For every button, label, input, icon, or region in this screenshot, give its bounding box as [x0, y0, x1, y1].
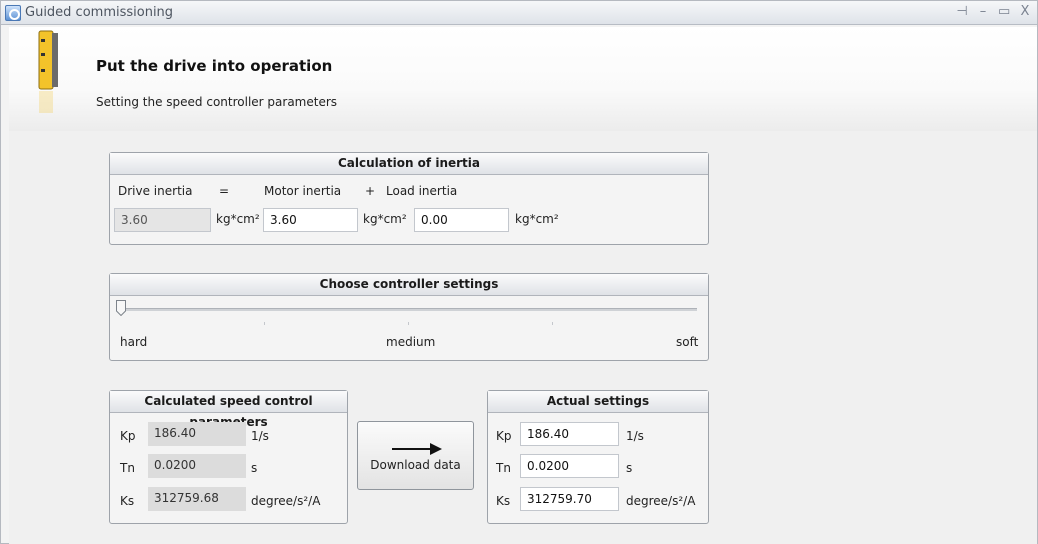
window-title: Guided commissioning — [25, 5, 174, 20]
actual-tn-label: Tn — [496, 461, 511, 475]
guided-commissioning-window: Guided commissioning ⊣ – ▭ X Put the dri… — [0, 0, 1038, 544]
maximize-icon[interactable]: ▭ — [998, 4, 1010, 19]
actual-tn-field[interactable]: 0.0200 — [520, 454, 619, 478]
calculated-heading: Calculated speed control parameters — [110, 391, 347, 429]
actual-settings-group: Actual settings Kp 186.40 1/s Tn 0.0200 … — [487, 390, 709, 524]
actual-heading: Actual settings — [488, 391, 708, 413]
calc-kp-label: Kp — [120, 429, 136, 443]
slider-label-soft: soft — [676, 335, 699, 349]
equals-sign: = — [219, 184, 230, 198]
actual-ks-unit: degree/s²/A — [626, 494, 696, 508]
calculated-parameters-group: Calculated speed control parameters Kp 1… — [109, 390, 348, 524]
slider-tick — [552, 322, 553, 325]
controller-heading: Choose controller settings — [110, 274, 708, 296]
motor-inertia-label: Motor inertia — [264, 184, 342, 198]
calc-ks-unit: degree/s²/A — [251, 494, 321, 508]
calc-kp-unit: 1/s — [251, 429, 269, 443]
controller-slider-track[interactable] — [120, 308, 697, 311]
calc-ks-value: 312759.68 — [148, 487, 246, 511]
calc-ks-label: Ks — [120, 494, 135, 508]
motor-inertia-field[interactable]: 3.60 — [263, 208, 358, 232]
calc-kp-value: 186.40 — [148, 422, 246, 446]
actual-ks-label: Ks — [496, 494, 511, 508]
right-arrow-icon — [392, 443, 442, 455]
slider-label-medium: medium — [386, 335, 436, 349]
content-area: Calculation of inertia Drive inertia = M… — [9, 131, 1037, 544]
calc-tn-unit: s — [251, 461, 258, 475]
minimize-icon[interactable]: – — [977, 4, 989, 19]
drive-inertia-unit: kg*cm² — [216, 212, 260, 226]
inertia-group: Calculation of inertia Drive inertia = M… — [109, 152, 709, 245]
title-bar: Guided commissioning ⊣ – ▭ X — [1, 1, 1037, 25]
slider-label-hard: hard — [120, 335, 148, 349]
download-data-label: Download data — [370, 458, 461, 472]
load-inertia-field[interactable]: 0.00 — [414, 208, 509, 232]
download-data-button[interactable]: Download data — [357, 421, 474, 490]
calc-tn-label: Tn — [120, 461, 135, 475]
page-subtitle: Setting the speed controller parameters — [96, 95, 338, 109]
actual-kp-field[interactable]: 186.40 — [520, 422, 619, 446]
load-inertia-label: Load inertia — [386, 184, 458, 198]
controller-settings-group: Choose controller settings hard medium s… — [109, 273, 709, 361]
page-title: Put the drive into operation — [96, 57, 333, 75]
app-icon — [5, 5, 21, 21]
load-inertia-unit: kg*cm² — [515, 212, 559, 226]
actual-ks-field[interactable]: 312759.70 — [520, 487, 619, 511]
close-icon[interactable]: X — [1019, 4, 1031, 19]
drive-inertia-field: 3.60 — [114, 208, 211, 232]
slider-tick — [264, 322, 265, 325]
motor-inertia-unit: kg*cm² — [363, 212, 407, 226]
page-header: Put the drive into operation Setting the… — [9, 27, 1037, 131]
actual-kp-unit: 1/s — [626, 429, 644, 443]
inertia-heading: Calculation of inertia — [110, 153, 708, 175]
actual-tn-unit: s — [626, 461, 633, 475]
controller-slider-thumb[interactable] — [116, 300, 126, 316]
window-controls: ⊣ – ▭ X — [956, 4, 1031, 19]
actual-kp-label: Kp — [496, 429, 512, 443]
pin-icon[interactable]: ⊣ — [956, 4, 968, 19]
drive-icon — [38, 30, 58, 113]
calc-tn-value: 0.0200 — [148, 454, 246, 478]
drive-inertia-label: Drive inertia — [118, 184, 193, 198]
plus-sign: + — [365, 184, 376, 198]
slider-tick — [408, 322, 409, 325]
